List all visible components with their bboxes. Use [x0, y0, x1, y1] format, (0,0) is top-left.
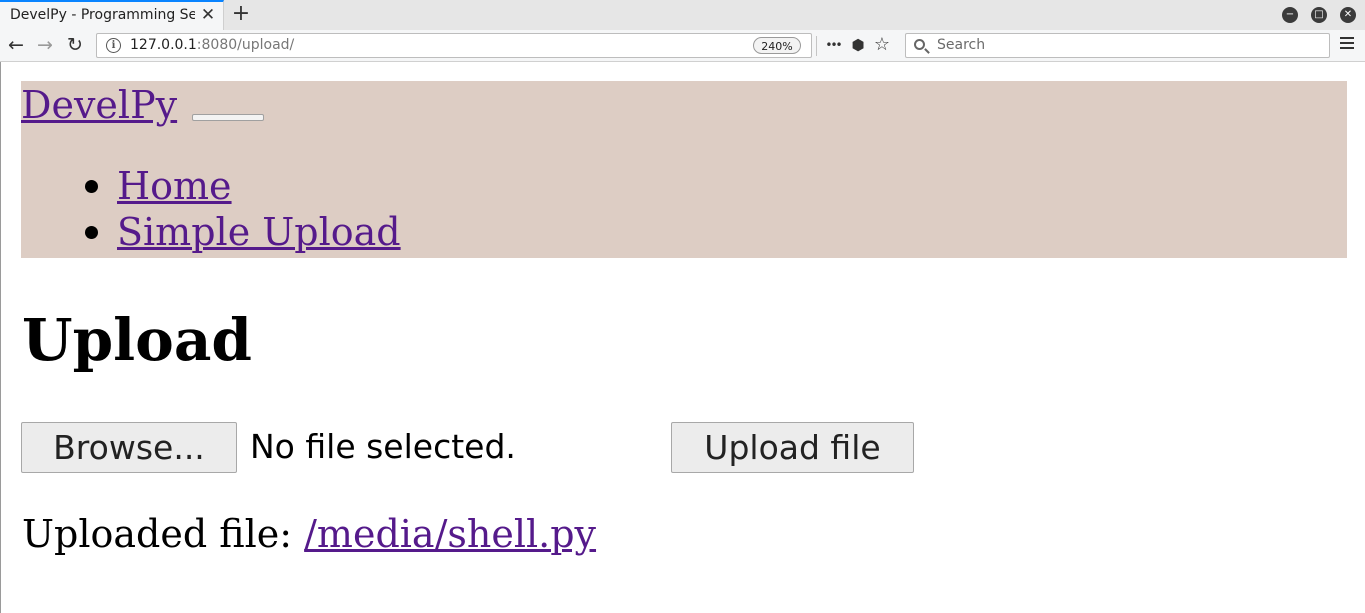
nav-link-home[interactable]: Home	[117, 164, 232, 208]
nav-list: Home Simple Upload	[21, 163, 401, 255]
window-close-icon[interactable]: ✕	[1340, 7, 1356, 23]
page-viewport: DevelPy Home Simple Upload Upload Browse…	[0, 62, 1365, 613]
page-actions-icon[interactable]: •••	[823, 35, 843, 55]
bookmark-star-icon[interactable]: ☆	[872, 35, 892, 55]
browse-button[interactable]: Browse...	[21, 422, 237, 473]
brand-link[interactable]: DevelPy	[21, 83, 177, 127]
pocket-icon[interactable]: ⬢	[848, 35, 868, 55]
search-placeholder: Search	[937, 37, 986, 53]
tab-close-icon[interactable]: ✕	[199, 5, 217, 25]
uploaded-file-link[interactable]: /media/shell.py	[304, 512, 596, 556]
url-path: :8080/upload/	[196, 37, 295, 53]
url-text[interactable]: 127.0.0.1:8080/upload/	[130, 37, 294, 53]
bullet	[85, 226, 98, 239]
uploaded-file-line: Uploaded file: /media/shell.py	[22, 508, 596, 560]
minimize-icon[interactable]: −	[1282, 7, 1298, 23]
uploaded-file-label: Uploaded file:	[22, 512, 305, 556]
tab-active[interactable]: DevelPy - Programming Ser ✕	[0, 0, 224, 30]
back-icon[interactable]: ←	[5, 34, 27, 56]
hamburger-menu-icon[interactable]	[1340, 37, 1354, 51]
tab-title: DevelPy - Programming Ser	[10, 7, 195, 23]
new-tab-icon[interactable]: +	[230, 2, 252, 26]
url-host: 127.0.0.1	[130, 37, 197, 53]
site-info-icon[interactable]: i	[106, 38, 121, 53]
nav-link-simple-upload[interactable]: Simple Upload	[117, 210, 401, 254]
toolbar-divider	[816, 36, 817, 56]
bullet	[85, 180, 98, 193]
navigation-toolbar: ← → ↻ i 127.0.0.1:8080/upload/ 240% ••• …	[0, 30, 1365, 62]
file-status-text: No file selected.	[250, 427, 516, 466]
reload-icon[interactable]: ↻	[64, 34, 86, 56]
site-header: DevelPy Home Simple Upload	[21, 81, 1347, 258]
search-icon	[914, 39, 925, 50]
nav-toggle-button[interactable]	[192, 114, 264, 121]
maximize-icon[interactable]: □	[1311, 7, 1327, 23]
nav-item-simple-upload: Simple Upload	[21, 209, 401, 255]
upload-file-button[interactable]: Upload file	[671, 422, 914, 473]
zoom-level-badge[interactable]: 240%	[753, 37, 801, 54]
address-bar[interactable]: i 127.0.0.1:8080/upload/ 240%	[96, 33, 812, 58]
tab-strip: DevelPy - Programming Ser ✕ + − □ ✕	[0, 0, 1365, 30]
page-title: Upload	[22, 306, 252, 374]
nav-item-home: Home	[21, 163, 401, 209]
forward-icon[interactable]: →	[34, 34, 56, 56]
search-input[interactable]: Search	[905, 33, 1330, 58]
